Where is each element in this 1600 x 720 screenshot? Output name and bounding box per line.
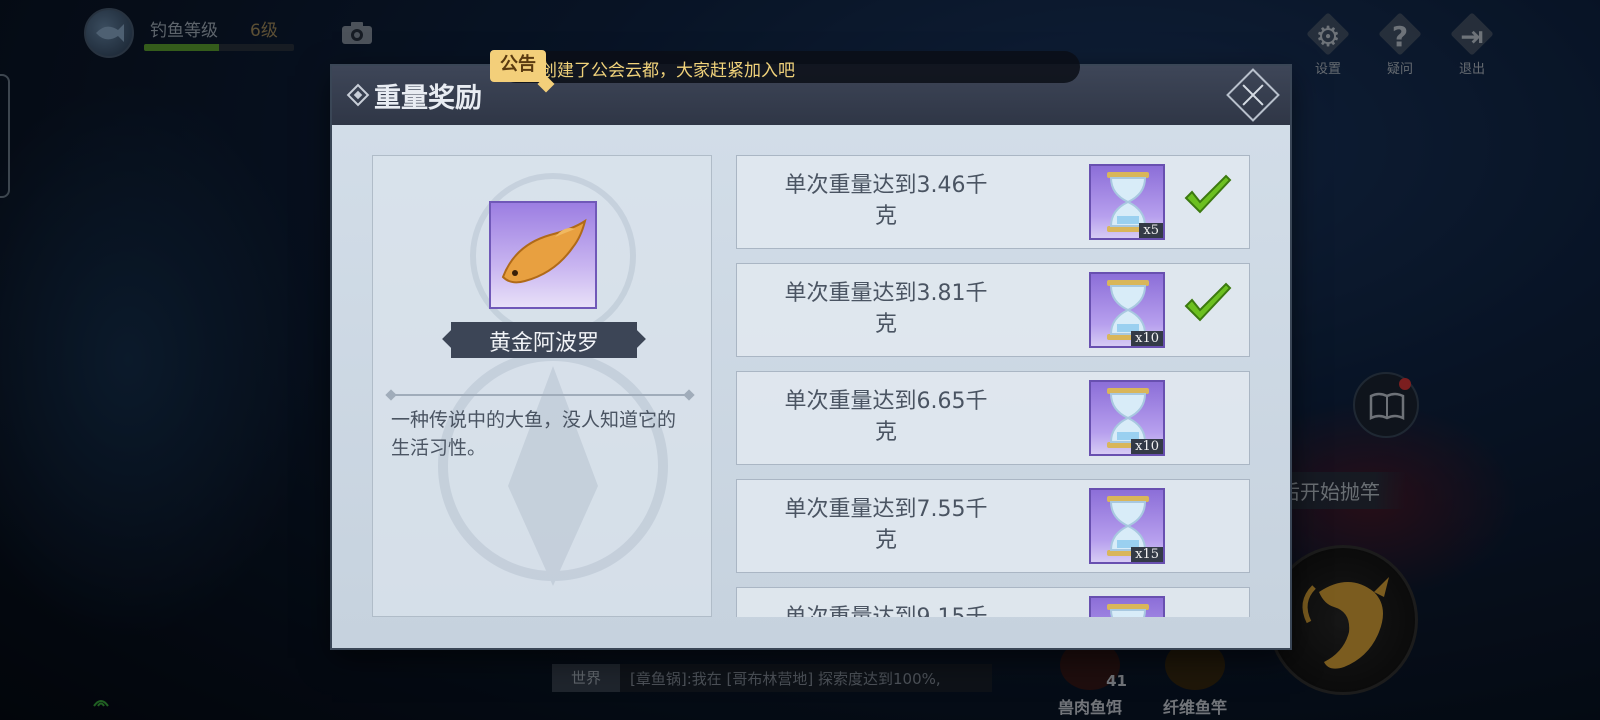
hourglass-item[interactable]: x15 <box>1089 488 1165 564</box>
hourglass-item[interactable] <box>1089 596 1165 617</box>
item-count: x10 <box>1131 439 1163 454</box>
claimed-check-icon <box>1184 282 1232 322</box>
item-count: x10 <box>1131 331 1163 346</box>
close-button[interactable] <box>1226 68 1280 122</box>
reward-condition: 单次重量达到6.65千克 <box>784 389 988 445</box>
fish-info-panel: 黄金阿波罗 一种传说中的大鱼，没人知道它的生活习性。 <box>372 155 712 617</box>
reward-condition: 单次重量达到3.46千克 <box>784 173 988 229</box>
hourglass-icon <box>1107 604 1149 617</box>
fish-name: 黄金阿波罗 <box>488 331 599 356</box>
reward-row[interactable]: 单次重量达到3.46千克 x5 <box>736 155 1250 249</box>
fish-portrait <box>489 201 597 309</box>
modal-body: 黄金阿波罗 一种传说中的大鱼，没人知道它的生活习性。 单次重量达到3.46千克 … <box>332 125 1290 648</box>
golden-fish-icon <box>501 218 587 284</box>
reward-row[interactable]: 单次重量达到6.65千克 x10 <box>736 371 1250 465</box>
fish-description: 一种传说中的大鱼，没人知道它的生活习性。 <box>391 409 677 459</box>
reward-condition: 单次重量达到7.55千克 <box>784 497 988 553</box>
hourglass-item[interactable]: x10 <box>1089 380 1165 456</box>
reward-row[interactable]: 单次重量达到9.15千克 <box>736 587 1250 617</box>
hourglass-item[interactable]: x10 <box>1089 272 1165 348</box>
reward-condition: 单次重量达到3.81千克 <box>784 281 988 337</box>
modal-title: 重量奖励 <box>374 83 482 114</box>
divider <box>391 394 689 396</box>
reward-row[interactable]: 单次重量达到3.81千克 x10 <box>736 263 1250 357</box>
fish-name-banner: 黄金阿波罗 <box>451 322 637 358</box>
title-diamond-icon <box>346 83 370 107</box>
item-count: x15 <box>1131 547 1163 562</box>
weight-reward-modal: 重量奖励 黄金阿波罗 一种传说中的大鱼，没人知道它的生活习性。 单次重量达到3.… <box>332 66 1290 648</box>
reward-condition: 单次重量达到9.15千克 <box>761 602 1011 617</box>
announcement-bar[interactable]: 创建了公会云都，大家赶紧加入吧 <box>500 51 1080 83</box>
reward-list[interactable]: 单次重量达到3.46千克 x5 单次重量达到3.81千克 x10 单次重量达到6… <box>736 155 1252 617</box>
hourglass-item[interactable]: x5 <box>1089 164 1165 240</box>
announcement-tag: 公告 <box>490 50 546 82</box>
item-count: x5 <box>1139 223 1163 238</box>
announcement-text: 创建了公会云都，大家赶紧加入吧 <box>540 61 795 81</box>
reward-row[interactable]: 单次重量达到7.55千克 x15 <box>736 479 1250 573</box>
claimed-check-icon <box>1184 174 1232 214</box>
